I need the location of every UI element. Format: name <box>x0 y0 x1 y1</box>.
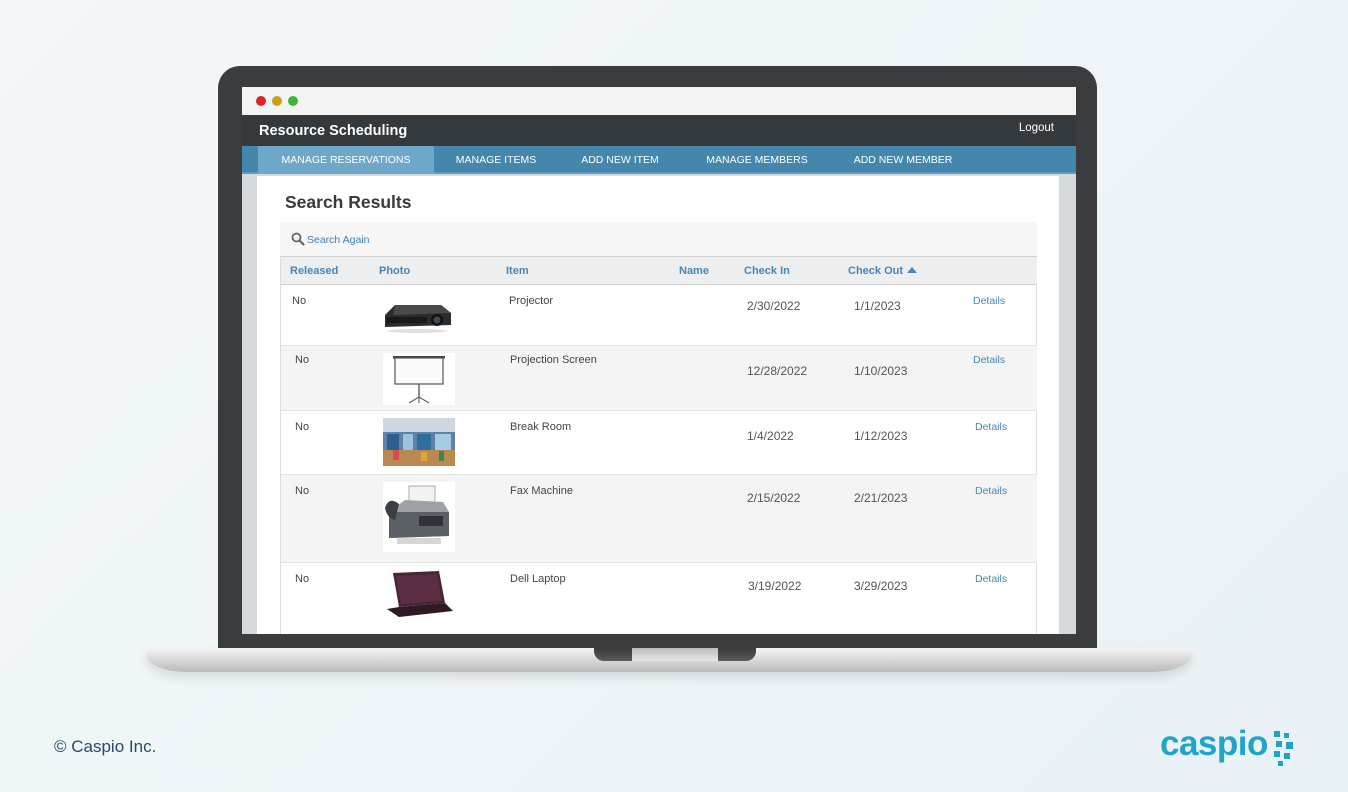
break-room-image <box>383 418 455 466</box>
results-table: Released Photo Item Name Check In Check … <box>280 256 1037 634</box>
nav-manage-members[interactable]: MANAGE MEMBERS <box>692 146 822 174</box>
released-cell: No <box>295 573 310 585</box>
main-nav: MANAGE RESERVATIONS MANAGE ITEMS ADD NEW… <box>242 146 1076 174</box>
column-name[interactable]: Name <box>679 265 709 277</box>
fax-machine-image <box>383 482 455 552</box>
search-bar: Search Again <box>280 222 1037 256</box>
released-cell: No <box>292 295 307 307</box>
item-cell: Break Room <box>510 421 572 433</box>
column-item[interactable]: Item <box>506 265 529 277</box>
table-header: Released Photo Item Name Check In Check … <box>281 256 1037 285</box>
projection-screen-image <box>383 353 455 405</box>
item-cell: Dell Laptop <box>510 573 566 585</box>
check-in-cell: 1/4/2022 <box>747 429 794 443</box>
search-again-link[interactable]: Search Again <box>307 234 369 246</box>
sort-ascending-icon <box>907 267 918 273</box>
search-icon[interactable] <box>291 232 305 246</box>
laptop-notch-inner <box>632 648 718 661</box>
app-header: Resource Scheduling Logout <box>242 115 1076 146</box>
check-out-cell: 1/10/2023 <box>854 364 908 378</box>
nav-manage-reservations[interactable]: MANAGE RESERVATIONS <box>258 146 434 174</box>
check-in-cell: 2/30/2022 <box>747 299 801 313</box>
released-cell: No <box>295 421 310 433</box>
laptop-image <box>383 569 455 619</box>
column-photo[interactable]: Photo <box>379 265 410 277</box>
details-link[interactable]: Details <box>973 295 1005 307</box>
details-link[interactable]: Details <box>975 421 1007 433</box>
released-cell: No <box>295 485 310 497</box>
close-window-dot[interactable] <box>256 96 266 106</box>
column-check-out-label: Check Out <box>848 265 904 277</box>
main-content: Search Results Search Again Released Pho… <box>257 176 1059 634</box>
minimize-window-dot[interactable] <box>272 96 282 106</box>
released-cell: No <box>295 354 310 366</box>
check-in-cell: 12/28/2022 <box>747 364 808 378</box>
details-link[interactable]: Details <box>975 485 1007 497</box>
table-row: No Projector 2/30/2022 1/1/2023 Details <box>281 285 1037 346</box>
item-cell: Projector <box>509 295 554 307</box>
column-check-out[interactable]: Check Out <box>848 265 918 277</box>
copyright-notice: © Caspio Inc. <box>54 737 157 756</box>
column-check-in[interactable]: Check In <box>744 265 790 277</box>
browser-window: Resource Scheduling Logout MANAGE RESERV… <box>242 87 1076 634</box>
maximize-window-dot[interactable] <box>288 96 298 106</box>
projector-image <box>381 289 453 337</box>
column-released[interactable]: Released <box>290 265 338 277</box>
table-row: No Dell Laptop 3/19/2022 3/29/2023 Detai… <box>281 563 1037 634</box>
item-cell: Projection Screen <box>510 354 597 366</box>
table-row: No Break Room 1/4/2022 1/12/2023 Details <box>281 411 1037 475</box>
item-cell: Fax Machine <box>510 485 573 497</box>
logout-link[interactable]: Logout <box>1019 122 1054 134</box>
nav-manage-items[interactable]: MANAGE ITEMS <box>440 146 552 174</box>
table-row: No Fax Machine 2/15/2022 2/21/2023 Detai… <box>281 475 1037 563</box>
nav-add-new-item[interactable]: ADD NEW ITEM <box>564 146 676 174</box>
check-out-cell: 1/1/2023 <box>854 299 901 313</box>
check-out-cell: 3/29/2023 <box>854 579 908 593</box>
table-row: No Projection Screen 12/28/2022 1/10/202… <box>281 346 1037 411</box>
details-link[interactable]: Details <box>975 573 1007 585</box>
check-in-cell: 3/19/2022 <box>748 579 802 593</box>
check-out-cell: 1/12/2023 <box>854 429 908 443</box>
check-out-cell: 2/21/2023 <box>854 491 908 505</box>
page-title: Search Results <box>285 192 412 212</box>
nav-add-new-member[interactable]: ADD NEW MEMBER <box>838 146 968 174</box>
details-link[interactable]: Details <box>973 354 1005 366</box>
app-title: Resource Scheduling <box>259 123 408 139</box>
brand-mark-icon <box>1274 731 1293 766</box>
brand-logo: caspio <box>1160 724 1268 763</box>
window-titlebar <box>242 87 1076 115</box>
check-in-cell: 2/15/2022 <box>747 491 801 505</box>
